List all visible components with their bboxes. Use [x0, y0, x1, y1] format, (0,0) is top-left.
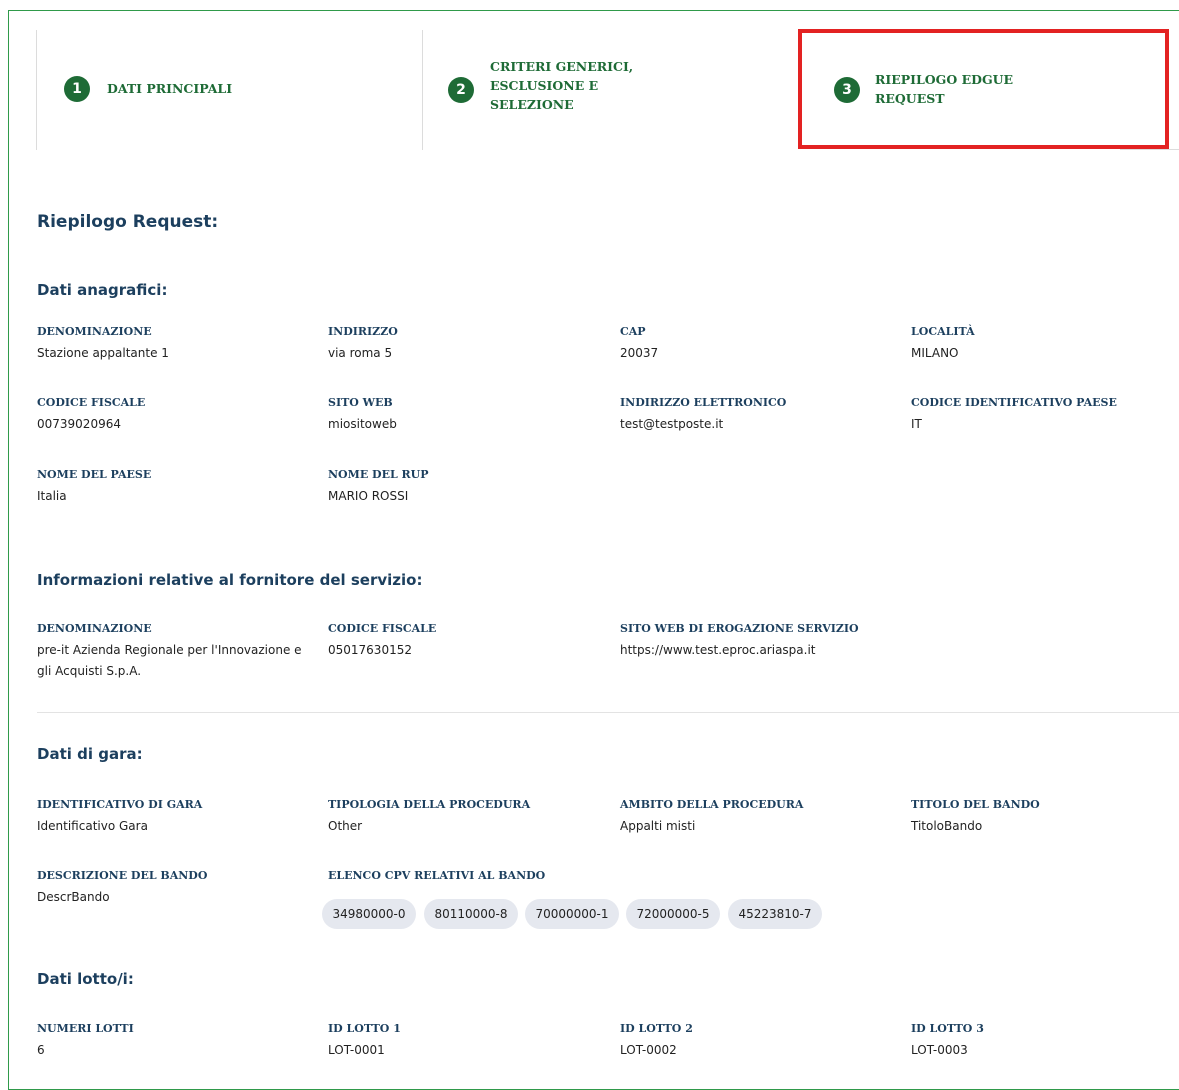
field-denominazione: DENOMINAZIONE Stazione appaltante 1	[37, 325, 169, 360]
field-cap: CAP 20037	[620, 325, 659, 360]
step-label: CRITERI GENERICI, ESCLUSIONE E SELEZIONE	[490, 59, 634, 112]
step-label: DATI PRINCIPALI	[107, 81, 233, 96]
field-codice-fiscale: CODICE FISCALE 00739020964	[37, 396, 146, 431]
cpv-chip: 70000000-1	[525, 899, 619, 929]
step-criteri[interactable]: 2 CRITERI GENERICI, ESCLUSIONE E SELEZIO…	[422, 30, 808, 150]
field-codice-paese: CODICE IDENTIFICATIVO PAESE IT	[911, 396, 1117, 431]
field-elenco-cpv: ELENCO CPV RELATIVI AL BANDO	[328, 869, 546, 882]
field-localita: LOCALITÀ MILANO	[911, 325, 975, 360]
divider	[1120, 149, 1179, 150]
active-step-highlight	[798, 29, 1169, 149]
field-id-lotto-1: ID LOTTO 1 LOT-0001	[328, 1022, 401, 1057]
page-title: Riepilogo Request:	[37, 212, 219, 232]
field-nome-paese: NOME DEL PAESE Italia	[37, 468, 152, 503]
field-titolo-bando: TITOLO DEL BANDO TitoloBando	[911, 798, 1040, 833]
field-numeri-lotti: NUMERI LOTTI 6	[37, 1022, 134, 1057]
cpv-chip: 45223810-7	[728, 899, 822, 929]
step-dati-principali[interactable]: 1 DATI PRINCIPALI	[36, 30, 422, 150]
section-divider	[37, 712, 1179, 713]
field-id-lotto-2: ID LOTTO 2 LOT-0002	[620, 1022, 693, 1057]
section-title-dati-gara: Dati di gara:	[37, 745, 143, 763]
cpv-chip: 80110000-8	[424, 899, 518, 929]
step-number-badge: 1	[64, 76, 90, 102]
field-sito-erogazione: SITO WEB DI EROGAZIONE SERVIZIO https://w…	[620, 622, 859, 657]
field-fornitore-codice-fiscale: CODICE FISCALE 05017630152	[328, 622, 437, 657]
section-title-fornitore: Informazioni relative al fornitore del s…	[37, 571, 423, 589]
field-sito-web: SITO WEB miositoweb	[328, 396, 397, 431]
field-nome-rup: NOME DEL RUP MARIO ROSSI	[328, 468, 429, 503]
field-fornitore-denominazione: DENOMINAZIONE pre-it Azienda Regionale p…	[37, 622, 302, 678]
field-indirizzo: INDIRIZZO via roma 5	[328, 325, 398, 360]
field-tipologia-procedura: TIPOLOGIA DELLA PROCEDURA Other	[328, 798, 531, 833]
cpv-chip: 34980000-0	[322, 899, 416, 929]
section-title-dati-anagrafici: Dati anagrafici:	[37, 281, 168, 299]
field-ambito-procedura: AMBITO DELLA PROCEDURA Appalti misti	[620, 798, 804, 833]
field-descrizione-bando: DESCRIZIONE DEL BANDO DescrBando	[37, 869, 208, 904]
field-identificativo-gara: IDENTIFICATIVO DI GARA Identificativo Gar…	[37, 798, 203, 833]
step-number-badge: 2	[448, 77, 474, 103]
cpv-chip: 72000000-5	[626, 899, 720, 929]
field-indirizzo-elettronico: INDIRIZZO ELETTRONICO test@testposte.it	[620, 396, 787, 431]
field-id-lotto-3: ID LOTTO 3 LOT-0003	[911, 1022, 984, 1057]
section-title-dati-lotti: Dati lotto/i:	[37, 970, 134, 988]
